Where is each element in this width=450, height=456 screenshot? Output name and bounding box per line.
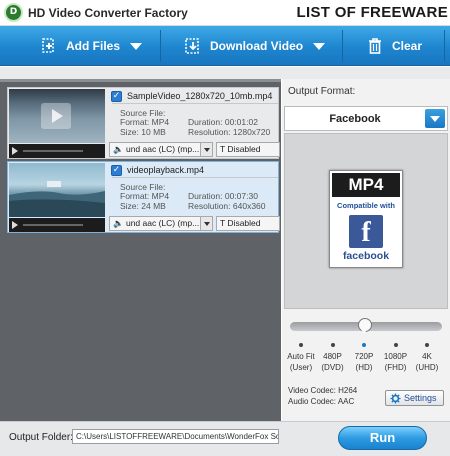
file-info: Source File: Format: MP4 Duration: 00:07… [112, 177, 278, 214]
chevron-down-icon[interactable] [200, 143, 212, 156]
download-video-button[interactable]: Download Video [184, 26, 326, 66]
toolbar-divider [444, 30, 445, 62]
subtitle-select[interactable]: T Disabled [216, 216, 280, 231]
subtitle-icon: T [220, 218, 226, 228]
settings-label: Settings [404, 393, 437, 403]
audio-track-value: und aac (LC) (mp... [125, 144, 200, 154]
facebook-icon: f [349, 215, 383, 248]
thumbnail-scene-icon [9, 181, 105, 217]
play-icon[interactable] [12, 147, 18, 155]
file-size: Size: 10 MB [120, 127, 166, 137]
quality-tick[interactable] [425, 343, 429, 347]
file-list-item[interactable]: ✓ videoplayback.mp4 Source File: Format:… [7, 161, 280, 233]
output-format-select[interactable]: Facebook [284, 106, 448, 131]
quality-option-sub[interactable]: (UHD) [407, 363, 447, 372]
download-video-dropdown-icon[interactable] [313, 42, 326, 50]
file-resolution: Resolution: 1280x720 [188, 127, 271, 137]
quality-tick[interactable] [393, 343, 398, 347]
format-card-title: MP4 [332, 173, 400, 197]
format-card-brand: facebook [342, 250, 390, 262]
add-files-button[interactable]: Add Files [40, 26, 143, 66]
file-size: Size: 24 MB [120, 201, 166, 211]
app-logo-icon: D [4, 3, 23, 22]
gear-icon [390, 393, 401, 404]
add-files-label: Add Files [66, 39, 121, 53]
video-thumbnail[interactable] [9, 89, 105, 143]
subtitle-select[interactable]: T Disabled [216, 142, 280, 157]
file-duration: Duration: 00:01:02 [188, 117, 258, 127]
toolbar-divider [342, 30, 343, 62]
watermark-text: LIST OF FREEWARE [296, 4, 448, 21]
quality-tick[interactable] [362, 343, 366, 347]
file-checkbox[interactable]: ✓ [111, 91, 122, 102]
video-thumbnail[interactable] [9, 163, 105, 217]
video-codec: Video Codec: H264 [288, 386, 358, 395]
app-title: HD Video Converter Factory [28, 6, 188, 20]
thumbnail-controls [9, 218, 105, 232]
quality-option-label[interactable]: 4K [407, 352, 447, 362]
subtitle-value: Disabled [227, 218, 261, 228]
toolbar: Add Files Download Video Clear [0, 26, 450, 66]
subtitle-icon: T [220, 144, 226, 154]
file-checkbox[interactable]: ✓ [111, 165, 122, 176]
run-button[interactable]: Run [338, 426, 427, 450]
audio-codec: Audio Codec: AAC [288, 397, 355, 406]
output-folder-input[interactable]: C:\Users\LISTOFFREEWARE\Documents\Wonder… [72, 429, 279, 444]
file-format: Format: MP4 [120, 117, 170, 127]
chevron-down-icon[interactable] [200, 217, 212, 230]
audio-track-value: und aac (LC) (mp... [125, 218, 200, 228]
file-info: Source File: Format: MP4 Duration: 00:01… [112, 103, 278, 140]
clear-label: Clear [392, 39, 423, 53]
speaker-icon: 🔈 [113, 144, 124, 154]
title-bar: D HD Video Converter Factory LIST OF FRE… [0, 0, 450, 26]
format-card-compat: Compatible with [337, 201, 395, 210]
toolbar-gap [0, 67, 450, 79]
file-name: videoplayback.mp4 [127, 165, 205, 175]
audio-track-select[interactable]: 🔈 und aac (LC) (mp... [109, 142, 213, 157]
file-list-item[interactable]: ✓ SampleVideo_1280x720_10mb.mp4 Source F… [7, 87, 280, 159]
seek-bar[interactable] [23, 150, 83, 152]
settings-button[interactable]: Settings [385, 390, 444, 406]
quality-slider-handle[interactable] [357, 318, 372, 335]
file-name: SampleVideo_1280x720_10mb.mp4 [127, 91, 273, 101]
chevron-down-icon[interactable] [425, 109, 445, 128]
seek-bar[interactable] [23, 224, 83, 226]
download-icon [185, 38, 199, 54]
output-format-label: Output Format: [288, 86, 356, 97]
play-icon[interactable] [12, 221, 18, 229]
quality-tick[interactable] [299, 343, 303, 347]
quality-tick[interactable] [330, 343, 335, 347]
file-resolution: Resolution: 640x360 [188, 201, 266, 211]
trash-icon [369, 38, 381, 54]
speaker-icon: 🔈 [113, 218, 124, 228]
output-format-value: Facebook [329, 113, 381, 125]
thumbnail-controls [9, 144, 105, 158]
toolbar-divider [160, 30, 161, 62]
output-folder-label: Output Folder: [9, 432, 73, 443]
format-profile-card[interactable]: MP4 Compatible with f facebook [329, 170, 403, 268]
clear-button[interactable]: Clear [366, 26, 422, 66]
file-format: Format: MP4 [120, 191, 170, 201]
download-video-label: Download Video [210, 39, 304, 53]
audio-track-select[interactable]: 🔈 und aac (LC) (mp... [109, 216, 213, 231]
play-overlay-icon[interactable] [41, 103, 71, 129]
add-files-dropdown-icon[interactable] [130, 42, 143, 50]
file-duration: Duration: 00:07:30 [188, 191, 258, 201]
subtitle-value: Disabled [227, 144, 261, 154]
add-file-icon [42, 38, 54, 53]
